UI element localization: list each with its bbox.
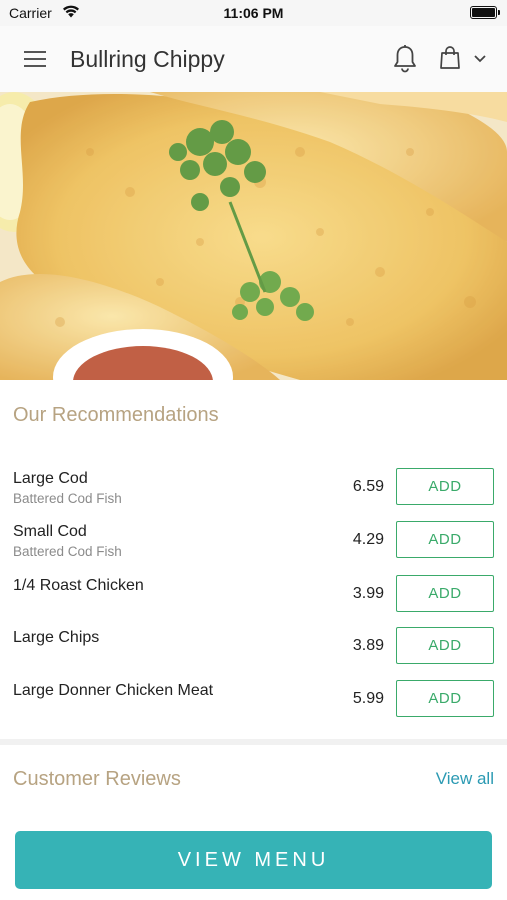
- menu-item: Large Cod Battered Cod Fish 6.59 ADD: [0, 468, 507, 523]
- shopping-bag-icon[interactable]: [439, 46, 461, 70]
- status-bar: Carrier 11:06 PM: [0, 0, 507, 26]
- item-price: 6.59: [352, 478, 384, 495]
- menu-item: Small Cod Battered Cod Fish 4.29 ADD: [0, 521, 507, 576]
- hamburger-menu-icon[interactable]: [24, 51, 46, 67]
- item-name: Large Chips: [13, 629, 100, 646]
- menu-item: Large Donner Chicken Meat 5.99 ADD: [0, 680, 507, 735]
- status-time: 11:06 PM: [223, 5, 284, 21]
- item-description: Battered Cod Fish: [13, 491, 122, 506]
- recommendations-title: Our Recommendations: [13, 404, 219, 426]
- item-price: 3.99: [352, 585, 384, 602]
- item-price: 5.99: [352, 690, 384, 707]
- fried-fish-image: [0, 92, 507, 380]
- item-price: 4.29: [352, 531, 384, 548]
- add-button[interactable]: ADD: [396, 468, 494, 505]
- item-name: Large Cod: [13, 470, 88, 487]
- item-description: Battered Cod Fish: [13, 544, 122, 559]
- item-name: Large Donner Chicken Meat: [13, 682, 214, 699]
- page-title: Bullring Chippy: [70, 46, 225, 72]
- add-button[interactable]: ADD: [396, 627, 494, 664]
- item-name: Small Cod: [13, 523, 87, 540]
- item-price: 3.89: [352, 637, 384, 654]
- hero-image: [0, 92, 507, 380]
- reviews-title: Customer Reviews: [13, 768, 181, 790]
- battery-icon: [470, 6, 500, 19]
- view-menu-button[interactable]: VIEW MENU: [15, 831, 492, 889]
- add-button[interactable]: ADD: [396, 521, 494, 558]
- bell-icon[interactable]: [392, 44, 418, 74]
- nav-bar: Bullring Chippy: [0, 26, 507, 92]
- view-all-link[interactable]: View all: [436, 769, 494, 789]
- menu-item: 1/4 Roast Chicken 3.99 ADD: [0, 575, 507, 630]
- add-button[interactable]: ADD: [396, 575, 494, 612]
- section-divider: [0, 739, 507, 745]
- add-button[interactable]: ADD: [396, 680, 494, 717]
- chevron-down-icon[interactable]: [473, 54, 487, 64]
- item-name: 1/4 Roast Chicken: [13, 577, 144, 594]
- menu-item: Large Chips 3.89 ADD: [0, 627, 507, 682]
